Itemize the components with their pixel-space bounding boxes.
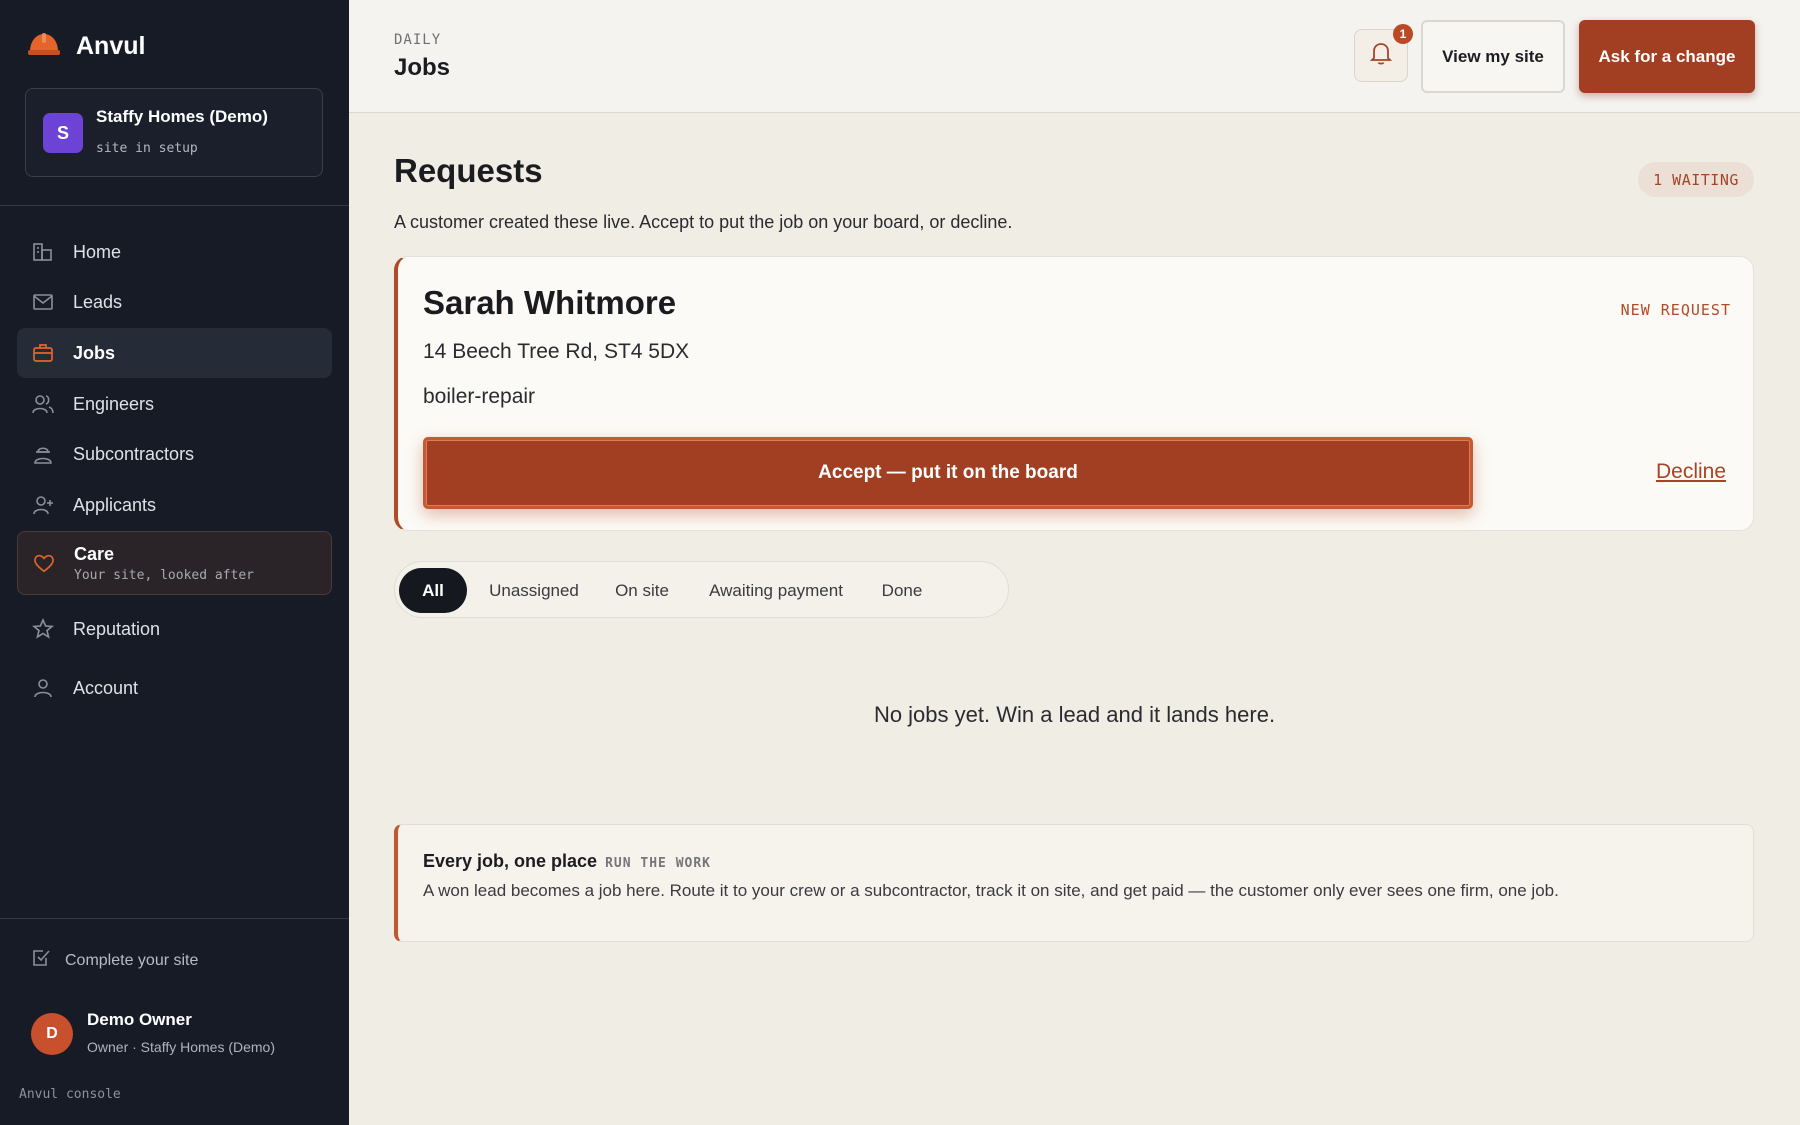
user-plus-icon [32,494,54,516]
info-title: Every job, one place RUN THE WORK [423,851,711,872]
empty-state: No jobs yet. Win a lead and it lands her… [873,702,1276,727]
request-card: Sarah Whitmore NEW REQUEST 14 Beech Tree… [394,256,1754,531]
user-icon [32,677,54,699]
mail-icon [32,291,54,313]
waiting-badge: 1 WAITING [1638,162,1754,197]
home-icon [32,241,54,263]
sidebar-item-label: Reputation [73,618,161,639]
sidebar-item-engineers[interactable]: Engineers [17,379,332,429]
requests-description: A customer created these live. Accept to… [394,212,1013,232]
requests-title: Requests [394,152,543,189]
complete-site-label: Complete your site [65,951,199,969]
briefcase-icon [32,342,54,364]
star-icon [32,618,54,640]
brand-name: Anvul [76,32,146,60]
sidebar-item-label: Subcontractors [73,443,195,464]
sidebar-item-label: Home [73,241,122,262]
console-label: Anvul console [19,1087,121,1102]
info-tag: RUN THE WORK [605,856,711,871]
ask-change-button[interactable]: Ask for a change [1579,20,1755,93]
site-switcher[interactable]: S Staffy Homes (Demo) site in setup [25,88,323,177]
info-text: A won lead becomes a job here. Route it … [423,881,1559,900]
users-icon [32,393,54,415]
sidebar-item-label: Applicants [73,494,157,515]
worker-icon [32,443,54,465]
service-type: boiler-repair [423,385,536,408]
site-name: Staffy Homes (Demo) [96,107,268,126]
view-site-button[interactable]: View my site [1421,20,1565,93]
job-filter-tabs: All Unassigned On site Awaiting payment … [394,561,1009,618]
sidebar-item-jobs[interactable]: Jobs [17,328,332,378]
site-avatar: S [43,113,83,153]
checkbox-icon [31,948,51,973]
top-bar: DAILY Jobs 1 View my site Ask for a chan… [349,0,1800,113]
sidebar-item-leads[interactable]: Leads [17,277,332,327]
owner-role: Owner · Staffy Homes (Demo) [87,1039,276,1055]
site-status: site in setup [96,141,198,156]
info-callout: Every job, one place RUN THE WORK A won l… [394,824,1754,942]
sidebar-item-applicants[interactable]: Applicants [17,480,332,530]
tab-all[interactable]: All [399,568,467,613]
sidebar-item-label: Care [74,543,115,564]
sidebar-item-account[interactable]: Account [17,663,332,713]
customer-address: 14 Beech Tree Rd, ST4 5DX [423,340,690,363]
tab-done[interactable]: Done [869,568,935,613]
owner-name: Demo Owner [87,1010,192,1029]
sidebar-item-care[interactable]: Care Your site, looked after [17,531,332,595]
sidebar: Anvul S Staffy Homes (Demo) site in setu… [0,0,349,1125]
sidebar-item-reputation[interactable]: Reputation [17,604,332,654]
notification-badge: 1 [1393,24,1413,44]
heart-icon [33,552,55,574]
sidebar-divider [0,205,349,206]
page-title: Jobs [394,54,451,81]
hard-hat-icon [26,30,62,63]
status-badge: NEW REQUEST [1620,301,1731,319]
avatar[interactable]: D [31,1013,73,1055]
customer-name: Sarah Whitmore [423,284,677,321]
sidebar-item-home[interactable]: Home [17,227,332,277]
sidebar-item-sublabel: Your site, looked after [74,567,255,583]
bell-icon [1369,40,1393,71]
tab-awaiting-payment[interactable]: Awaiting payment [695,568,857,613]
decline-link[interactable]: Decline [1656,460,1726,484]
complete-site-link[interactable]: Complete your site [31,948,198,973]
brand[interactable]: Anvul [26,30,145,63]
info-title-text: Every job, one place [423,851,598,871]
tab-on-site[interactable]: On site [601,568,683,613]
sidebar-footer-divider [0,918,349,919]
accept-button[interactable]: Accept — put it on the board [423,437,1473,509]
sidebar-item-label: Jobs [73,342,116,363]
tab-unassigned[interactable]: Unassigned [479,568,589,613]
page-eyebrow: DAILY [394,32,442,48]
sidebar-item-subcontractors[interactable]: Subcontractors [17,429,332,479]
sidebar-item-label: Engineers [73,393,155,414]
sidebar-item-label: Leads [73,291,123,312]
notifications-button[interactable]: 1 [1354,24,1413,82]
sidebar-item-label: Account [73,677,139,698]
